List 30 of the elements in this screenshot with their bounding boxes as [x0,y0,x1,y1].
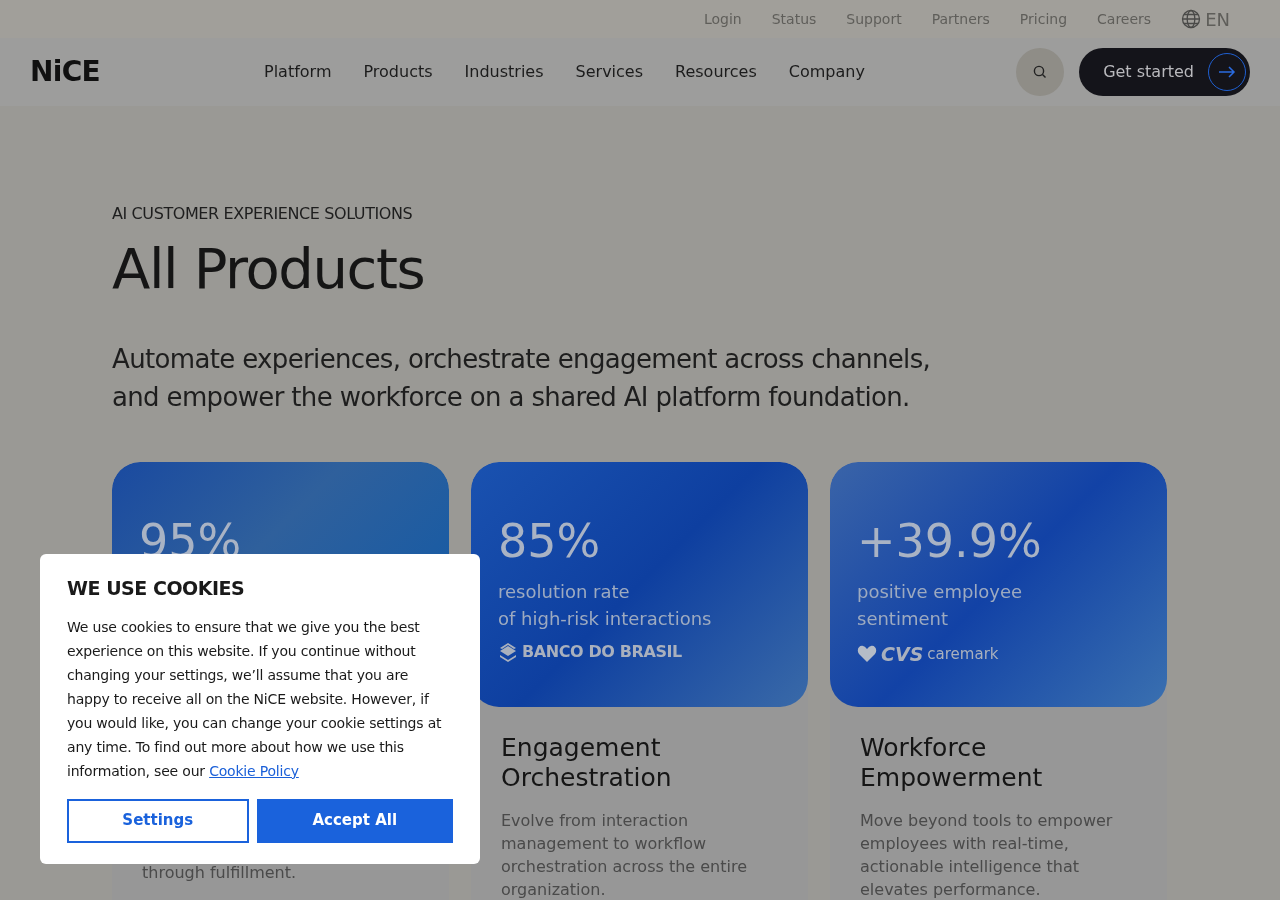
page-title: All Products [112,238,426,300]
dialog-title: WE USE COOKIES [67,576,246,601]
nav-link[interactable]: Resources [675,60,757,84]
search-icon [1033,65,1048,79]
card-title: Workforce Empowerment [860,732,1044,793]
settings-button[interactable]: Settings [67,798,249,843]
nav-link[interactable]: Services [575,60,643,84]
stat-value: +39.9% [857,517,1043,564]
nav-link[interactable]: Products [363,60,433,84]
stat-caption: positive employee sentiment [857,579,1024,631]
get-started-button[interactable]: Get started [1079,48,1250,96]
nav-link[interactable]: Industries [464,60,544,84]
card-description: Evolve from interaction management to workflow orchestration across the entire organization. [501,809,748,900]
nav-link[interactable]: Company [788,60,865,84]
client-logo: CVS caremark [857,639,1140,669]
eyebrow-text: AI CUSTOMER EXPERIENCE SOLUTIONS [112,203,414,225]
hero-subtitle: Automate experiences, orchestrate engagement across channels, and empower the workforce on a shared AI platform foundation. [112,342,932,414]
nav-link[interactable]: Platform [264,60,332,84]
globe-icon [1181,9,1202,29]
client-logo: BANCO DO BRASIL [498,639,781,664]
accept-all-button[interactable]: Accept All [256,798,453,843]
dialog-text: We use cookies to ensure that we give you the best experience on this website. If you continue without changing your settings, we’ll assume that you are happy to receive all on the NiCE website. However, if you would like, you can change your cookie settings at any time. To find out more about how we use this information, see our Cookie Policy [67,617,443,781]
search-button[interactable] [1016,48,1065,96]
cookie-policy-link[interactable]: Cookie Policy [209,762,299,779]
card-description: Move beyond tools to empower employees with real-time, actionable intelligence that elevates performance. [860,809,1114,900]
stat-caption: resolution rate of high-risk interactions [498,579,713,631]
card-title: Engagement Orchestration [501,732,673,793]
stat-value: 85% [498,517,602,564]
logo[interactable]: NiCE [30,51,180,93]
card-description: through fulfillment. [142,861,298,884]
